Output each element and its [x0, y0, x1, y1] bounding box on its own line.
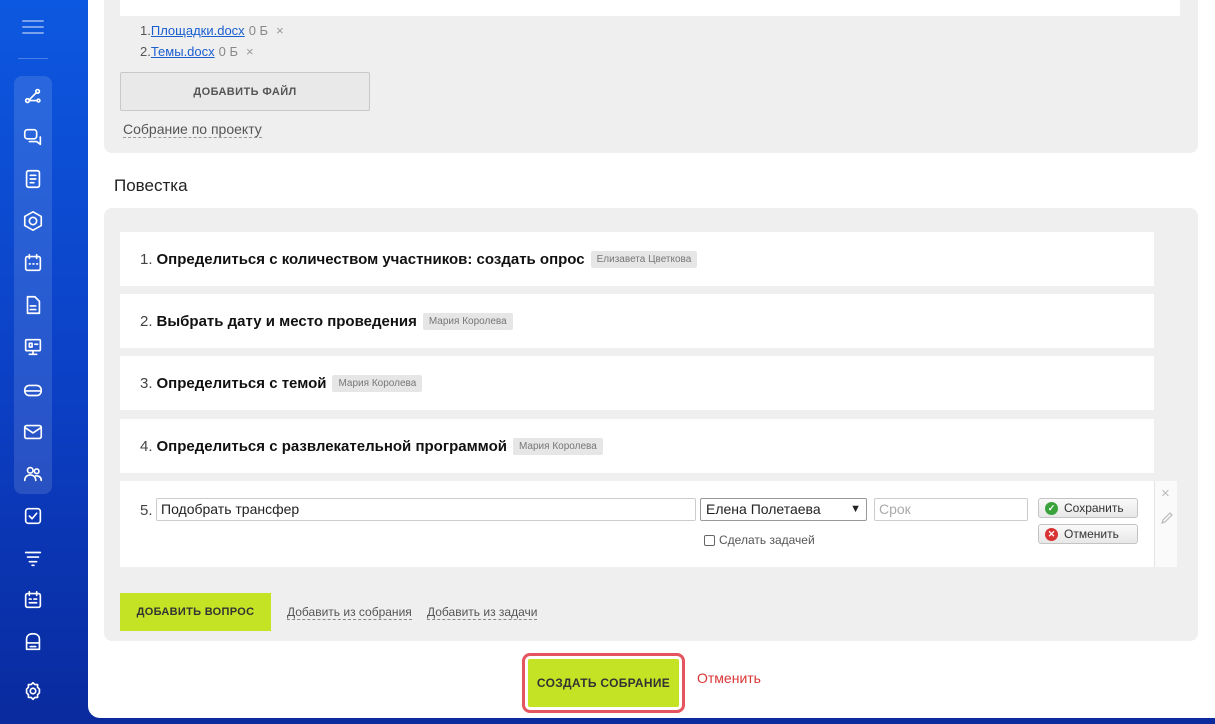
agenda-item[interactable]: 4. Определиться с развлекательной програ…: [120, 419, 1154, 473]
attachment-item: 2.Темы.docx 0 Б ×: [140, 44, 254, 59]
text-area-bottom: [120, 0, 1180, 16]
agenda-item-number: 1.: [140, 250, 153, 268]
agenda-title: Повестка: [114, 176, 188, 195]
project-meeting-link[interactable]: Собрание по проекту: [123, 121, 262, 138]
agenda-item[interactable]: 3. Определиться с темой Мария Королева: [120, 356, 1154, 410]
save-label: Сохранить: [1064, 501, 1124, 515]
checkbox-icon[interactable]: [22, 505, 44, 527]
main-panel: 1.Площадки.docx 0 Б × 2.Темы.docx 0 Б × ДОБА…: [88, 0, 1215, 718]
checkbox-box[interactable]: [704, 534, 715, 546]
agenda-item-text: Определиться с темой: [156, 374, 327, 392]
agenda-item-number: 2.: [140, 312, 153, 330]
make-task-checkbox[interactable]: Сделать задачей: [704, 533, 815, 547]
agenda-item-text: Определиться с развлекательной программо…: [156, 437, 507, 455]
agenda-item-text: Выбрать дату и место проведения: [156, 312, 417, 330]
deadline-input[interactable]: Срок: [874, 498, 1028, 521]
save-button[interactable]: ✓ Сохранить: [1038, 498, 1138, 518]
assignee-badge: Елизавета Цветкова: [590, 250, 698, 268]
attachment-item: 1.Площадки.docx 0 Б ×: [140, 23, 284, 38]
agenda-item[interactable]: 2. Выбрать дату и место проведения Мария…: [120, 294, 1154, 348]
chevron-down-icon: ▼: [850, 503, 861, 515]
remove-attachment-icon[interactable]: ×: [246, 44, 254, 59]
check-icon: ✓: [1045, 501, 1058, 515]
file-icon[interactable]: [22, 294, 44, 316]
schedule-icon[interactable]: [22, 589, 44, 611]
document-list-icon[interactable]: [22, 168, 44, 190]
attachment-number: 2.: [140, 44, 151, 59]
sidebar: [0, 0, 66, 724]
presentation-icon[interactable]: [22, 336, 44, 358]
add-from-task-link[interactable]: Добавить из задачи: [427, 605, 538, 620]
assignee-badge: Мария Королева: [332, 374, 423, 392]
users-icon[interactable]: [22, 463, 44, 485]
agenda-item-number: 3.: [140, 374, 153, 392]
calendar-icon[interactable]: [22, 252, 44, 274]
remove-attachment-icon[interactable]: ×: [276, 23, 284, 38]
agenda-item-number: 4.: [140, 437, 153, 455]
cancel-edit-button[interactable]: ✕ Отменить: [1038, 524, 1138, 544]
attachment-link[interactable]: Площадки.docx: [151, 23, 245, 38]
close-icon: ✕: [1045, 527, 1058, 541]
agenda-text-input[interactable]: Подобрать трансфер: [156, 498, 696, 521]
close-icon[interactable]: ×: [1161, 485, 1170, 502]
agenda-item[interactable]: 1. Определиться с количеством участников…: [120, 232, 1154, 286]
attachments-card: 1.Площадки.docx 0 Б × 2.Темы.docx 0 Б × ДОБА…: [104, 0, 1198, 153]
agenda-card: 1. Определиться с количеством участников…: [104, 208, 1198, 641]
cancel-edit-label: Отменить: [1064, 527, 1119, 541]
sidebar-divider: [18, 58, 48, 59]
assignee-select[interactable]: Елена Полетаева ▼: [700, 498, 867, 521]
archive-icon[interactable]: [22, 631, 44, 653]
attachment-size: 0 Б: [218, 44, 239, 59]
pencil-icon[interactable]: [1160, 511, 1174, 525]
attachment-number: 1.: [140, 23, 151, 38]
agenda-edit-row: 5. Подобрать трансфер Елена Полетаева ▼ …: [120, 481, 1177, 567]
hamburger-icon[interactable]: [22, 20, 44, 36]
assignee-badge: Мария Королева: [422, 312, 513, 330]
network-icon[interactable]: [22, 85, 44, 107]
attachment-link[interactable]: Темы.docx: [151, 44, 215, 59]
agenda-item-text: Определиться с количеством участников: с…: [156, 250, 585, 268]
settings-icon[interactable]: [22, 680, 44, 702]
hexagon-icon[interactable]: [22, 210, 44, 232]
add-from-meeting-link[interactable]: Добавить из собрания: [287, 605, 412, 620]
create-meeting-button[interactable]: СОЗДАТЬ СОБРАНИЕ: [528, 659, 679, 707]
row-controls: ×: [1154, 481, 1177, 567]
mail-icon[interactable]: [22, 421, 44, 443]
agenda-item-number: 5.: [140, 502, 153, 519]
assignee-select-value: Елена Полетаева: [706, 501, 821, 517]
assignee-badge: Мария Королева: [512, 437, 603, 455]
filter-icon[interactable]: [22, 547, 44, 569]
make-task-label: Сделать задачей: [719, 533, 815, 547]
cancel-link[interactable]: Отменить: [697, 670, 761, 686]
add-question-button[interactable]: ДОБАВИТЬ ВОПРОС: [120, 593, 271, 631]
chat-icon[interactable]: [22, 126, 44, 148]
attachment-size: 0 Б: [248, 23, 269, 38]
add-file-button[interactable]: ДОБАВИТЬ ФАЙЛ: [120, 72, 370, 111]
drive-icon[interactable]: [22, 379, 44, 401]
